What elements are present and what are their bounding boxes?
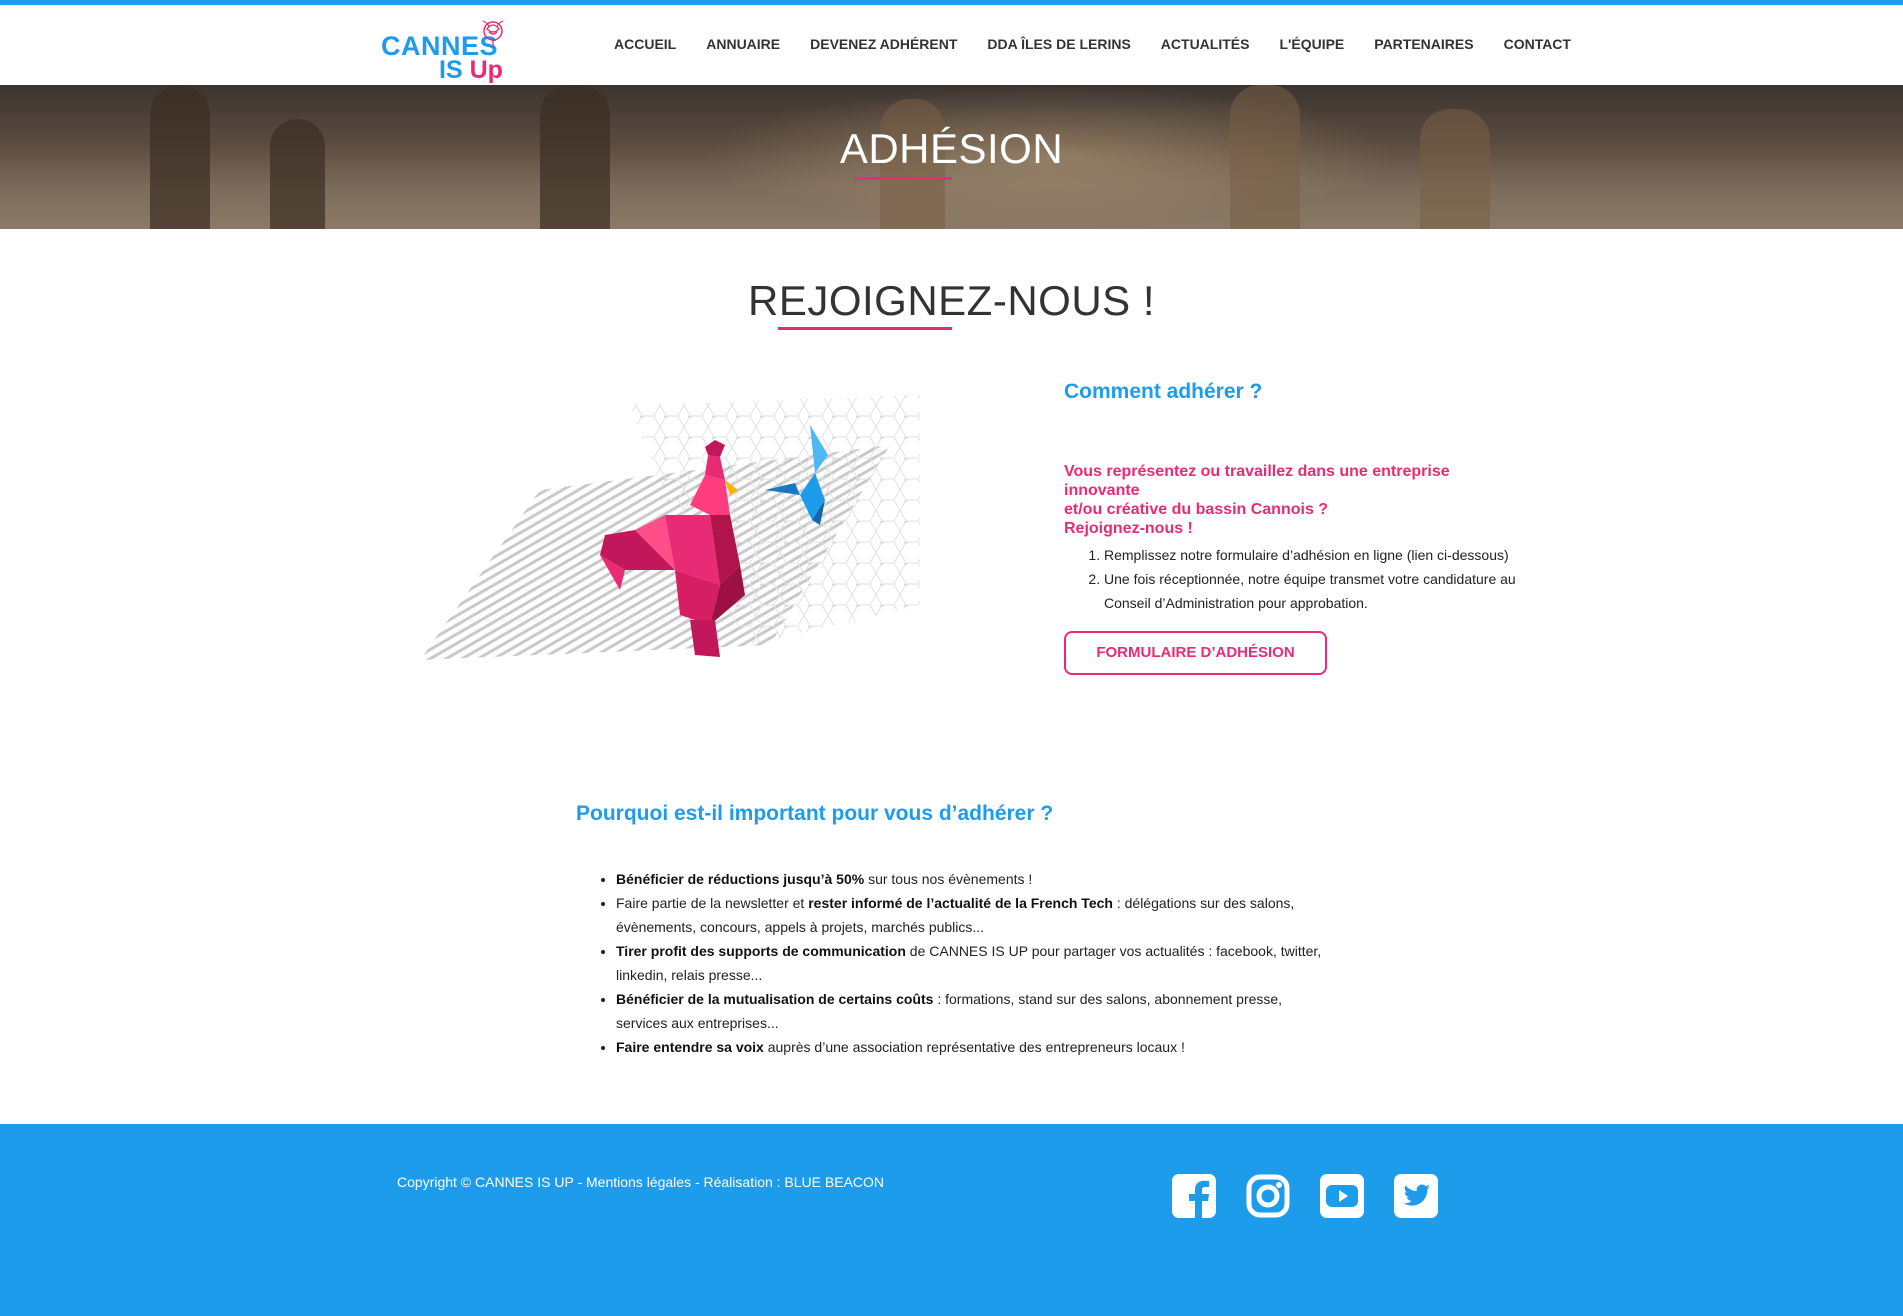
nav-partenaires[interactable]: PARTENAIRES — [1374, 36, 1473, 52]
site-footer: Copyright © CANNES IS UP - Mentions léga… — [0, 1124, 1903, 1316]
membership-form-button[interactable]: FORMULAIRE D’ADHÉSION — [1064, 631, 1327, 675]
join-steps-list: Remplissez notre formulaire d’adhésion e… — [1104, 543, 1524, 615]
page-title-underline — [855, 177, 952, 180]
benefit-text: auprès d’une association représentative … — [763, 1039, 1185, 1055]
nav-actualites[interactable]: ACTUALITÉS — [1161, 36, 1250, 52]
logo-text-is: IS — [439, 56, 470, 84]
facebook-icon[interactable] — [1172, 1174, 1216, 1218]
benefit-item: Tirer profit des supports de communicati… — [616, 939, 1336, 987]
nav-equipe[interactable]: L'ÉQUIPE — [1279, 36, 1344, 52]
social-links — [1172, 1174, 1438, 1218]
join-step: Une fois réceptionnée, notre équipe tran… — [1104, 567, 1524, 615]
benefit-bold: Bénéficier de réductions jusqu’à 50% — [616, 871, 865, 887]
benefit-text: sur tous nos évènements ! — [864, 871, 1033, 887]
join-invitation-line: et/ou créative du bassin Cannois ? — [1064, 501, 1329, 518]
benefit-text-pre: Faire partie de la newsletter et — [616, 895, 809, 911]
nav-contact[interactable]: CONTACT — [1504, 36, 1571, 52]
instagram-icon[interactable] — [1246, 1174, 1290, 1218]
nav-accueil[interactable]: ACCUEIL — [614, 36, 676, 52]
benefits-list: Bénéficier de réductions jusqu’à 50% sur… — [616, 867, 1336, 1059]
youtube-icon[interactable] — [1320, 1174, 1364, 1218]
join-invitation-line: Vous représentez ou travaillez dans une … — [1064, 463, 1450, 499]
benefit-bold: Tirer profit des supports de communicati… — [616, 943, 906, 959]
benefit-item: Bénéficier de réductions jusqu’à 50% sur… — [616, 867, 1336, 891]
footer-copyright[interactable]: Copyright © CANNES IS UP - Mentions léga… — [397, 1174, 884, 1190]
benefit-bold: Bénéficier de la mutualisation de certai… — [616, 991, 934, 1007]
benefit-bold: rester informé de l’actualité de la Fren… — [808, 895, 1113, 911]
logo-rose-icon — [482, 20, 504, 48]
join-step: Remplissez notre formulaire d’adhésion e… — [1104, 543, 1524, 567]
section-title-underline — [778, 327, 952, 330]
join-invitation-text: Vous représentez ou travaillez dans une … — [1064, 462, 1524, 538]
how-to-join-title: Comment adhérer ? — [1064, 380, 1263, 403]
hero-banner: ADHÉSION — [0, 85, 1903, 229]
site-header: CANNES IS Up ACCUEIL ANNUAIRE DEVENEZ AD… — [0, 5, 1903, 85]
logo-text-isup: IS Up — [439, 56, 503, 85]
why-join-title: Pourquoi est-il important pour vous d’ad… — [576, 802, 1054, 825]
benefit-bold: Faire entendre sa voix — [616, 1039, 764, 1055]
join-invitation-line: Rejoignez-nous ! — [1064, 520, 1193, 537]
section-title: REJOIGNEZ-NOUS ! — [747, 277, 1156, 324]
benefit-item: Bénéficier de la mutualisation de certai… — [616, 987, 1336, 1035]
benefit-item: Faire partie de la newsletter et rester … — [616, 891, 1336, 939]
nav-dda-iles-de-lerins[interactable]: DDA ÎLES DE LERINS — [987, 36, 1130, 52]
page-title: ADHÉSION — [839, 125, 1064, 172]
origami-rooster-illustration — [420, 395, 940, 665]
benefit-item: Faire entendre sa voix auprès d’une asso… — [616, 1035, 1336, 1059]
logo-text-up: Up — [469, 56, 503, 84]
site-logo[interactable]: CANNES IS Up — [380, 15, 520, 85]
twitter-icon[interactable] — [1394, 1174, 1438, 1218]
main-nav: ACCUEIL ANNUAIRE DEVENEZ ADHÉRENT DDA ÎL… — [614, 36, 1601, 52]
nav-devenez-adherent[interactable]: DEVENEZ ADHÉRENT — [810, 36, 957, 52]
nav-annuaire[interactable]: ANNUAIRE — [706, 36, 780, 52]
